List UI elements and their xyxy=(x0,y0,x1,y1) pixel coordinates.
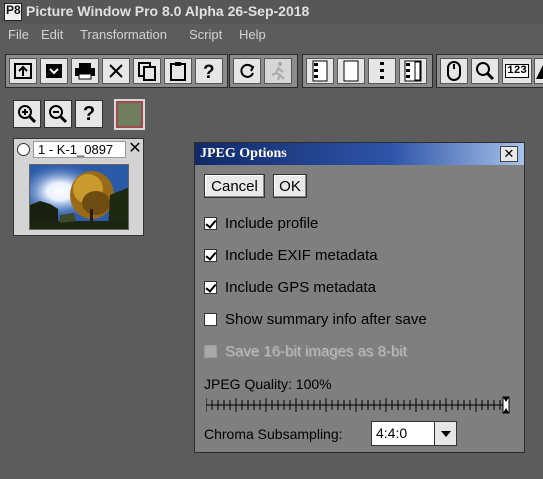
include-exif-checkbox[interactable] xyxy=(204,248,217,262)
color-swatch-icon xyxy=(118,103,141,126)
thumbnail-select-radio[interactable] xyxy=(17,143,30,156)
save-8bit-label: Save 16-bit images as 8-bit xyxy=(225,342,407,360)
dialog-close-button[interactable]: ✕ xyxy=(500,146,518,162)
include-gps-label: Include GPS metadata xyxy=(225,278,376,296)
color-swatch-button[interactable] xyxy=(114,99,145,130)
layout-dots-icon xyxy=(380,62,384,79)
open-icon xyxy=(14,63,32,79)
toolbar-group-tools: 123 xyxy=(436,54,543,88)
mouse-icon xyxy=(447,61,461,81)
close-icon xyxy=(109,64,123,78)
layout-2-panel-button[interactable] xyxy=(306,58,334,84)
option-include-profile[interactable]: Include profile xyxy=(204,213,318,233)
magnifier-icon xyxy=(476,62,495,81)
layout-1-panel-button[interactable] xyxy=(337,58,365,84)
print-icon xyxy=(75,63,95,80)
option-include-gps[interactable]: Include GPS metadata xyxy=(204,277,376,297)
toolbar: ? 123 xyxy=(0,46,543,96)
copy-button[interactable] xyxy=(133,58,161,84)
ok-button[interactable]: OK xyxy=(273,174,307,198)
show-summary-checkbox[interactable] xyxy=(204,312,217,326)
save-icon xyxy=(46,64,62,78)
mouse-button[interactable] xyxy=(440,58,468,84)
image-help-button[interactable]: ? xyxy=(75,100,103,128)
run-script-button[interactable] xyxy=(264,58,292,84)
dialog-titlebar[interactable]: JPEG Options ✕ xyxy=(195,143,524,165)
thumbnail-image[interactable] xyxy=(29,164,129,230)
print-button[interactable] xyxy=(71,58,99,84)
zoom-in-button[interactable] xyxy=(13,100,41,128)
menu-file[interactable]: File xyxy=(8,27,29,42)
toolbar-group-file: ? xyxy=(5,54,228,88)
thumbnail-panel[interactable]: 1 - K-1_0897 ✕ xyxy=(13,138,144,236)
paste-button[interactable] xyxy=(164,58,192,84)
layout-list-icon xyxy=(404,60,422,82)
menu-transformation[interactable]: Transformation xyxy=(80,27,167,42)
refresh-icon xyxy=(240,63,255,78)
save-8bit-checkbox xyxy=(204,344,217,358)
info-123-icon: 123 xyxy=(505,64,529,78)
app-icon-text: P8 xyxy=(6,3,21,17)
magnifier-button[interactable] xyxy=(471,58,499,84)
paste-icon xyxy=(170,62,186,81)
thumbnail-label: 1 - K-1_0897 xyxy=(33,141,126,158)
zoom-out-icon xyxy=(49,105,68,124)
save-button[interactable] xyxy=(40,58,68,84)
refresh-button[interactable] xyxy=(233,58,261,84)
chroma-subsampling-select[interactable]: 4:4:0 xyxy=(371,421,457,446)
option-save-8bit: Save 16-bit images as 8-bit xyxy=(204,341,407,361)
help-icon: ? xyxy=(203,62,215,81)
option-show-summary[interactable]: Show summary info after save xyxy=(204,309,427,329)
window-title: Picture Window Pro 8.0 Alpha 26-Sep-2018 xyxy=(26,3,310,19)
menu-script[interactable]: Script xyxy=(189,27,222,42)
open-button[interactable] xyxy=(9,58,37,84)
chroma-subsampling-value: 4:4:0 xyxy=(376,425,408,441)
histogram-icon xyxy=(535,64,543,79)
window-titlebar[interactable]: P8 Picture Window Pro 8.0 Alpha 26-Sep-2… xyxy=(0,0,543,24)
copy-icon xyxy=(138,62,156,81)
include-profile-label: Include profile xyxy=(225,214,319,232)
info-123-button[interactable]: 123 xyxy=(502,58,532,84)
close-button[interactable] xyxy=(102,58,130,84)
layout-2-panel-icon xyxy=(312,60,328,82)
show-summary-label: Show summary info after save xyxy=(225,310,427,328)
menu-bar: File Edit Transformation Script Help xyxy=(0,24,543,46)
help-button[interactable]: ? xyxy=(195,58,223,84)
layout-dots-button[interactable] xyxy=(368,58,396,84)
autumn-tree-photo xyxy=(30,165,128,229)
toolbar-group-script xyxy=(229,54,298,88)
run-script-icon xyxy=(271,62,285,81)
chroma-subsampling-label: Chroma Subsampling: xyxy=(204,426,343,442)
histogram-button[interactable] xyxy=(534,58,543,84)
jpeg-quality-label: JPEG Quality: 100% xyxy=(204,376,332,392)
svg-text:?: ? xyxy=(203,62,215,81)
app-icon: P8 xyxy=(4,3,22,21)
cancel-button[interactable]: Cancel xyxy=(204,174,265,198)
zoom-out-button[interactable] xyxy=(44,100,72,128)
include-gps-checkbox[interactable] xyxy=(204,280,217,294)
help-icon: ? xyxy=(82,102,96,125)
jpeg-quality-slider[interactable] xyxy=(205,395,516,415)
chevron-down-icon[interactable] xyxy=(434,422,456,445)
dialog-title: JPEG Options xyxy=(200,146,287,161)
menu-edit[interactable]: Edit xyxy=(41,27,63,42)
slider-track xyxy=(205,396,510,414)
option-include-exif[interactable]: Include EXIF metadata xyxy=(204,245,378,265)
slider-thumb[interactable] xyxy=(502,396,510,414)
thumbnail-close-button[interactable]: ✕ xyxy=(127,140,143,158)
layout-list-button[interactable] xyxy=(399,58,427,84)
jpeg-options-dialog: JPEG Options ✕ Cancel OK Include profile… xyxy=(194,142,525,453)
toolbar-group-layout xyxy=(302,54,433,88)
include-exif-label: Include EXIF metadata xyxy=(225,246,378,264)
zoom-in-icon xyxy=(18,105,37,124)
include-profile-checkbox[interactable] xyxy=(204,216,217,230)
layout-1-panel-icon xyxy=(343,60,359,82)
menu-help[interactable]: Help xyxy=(239,27,266,42)
